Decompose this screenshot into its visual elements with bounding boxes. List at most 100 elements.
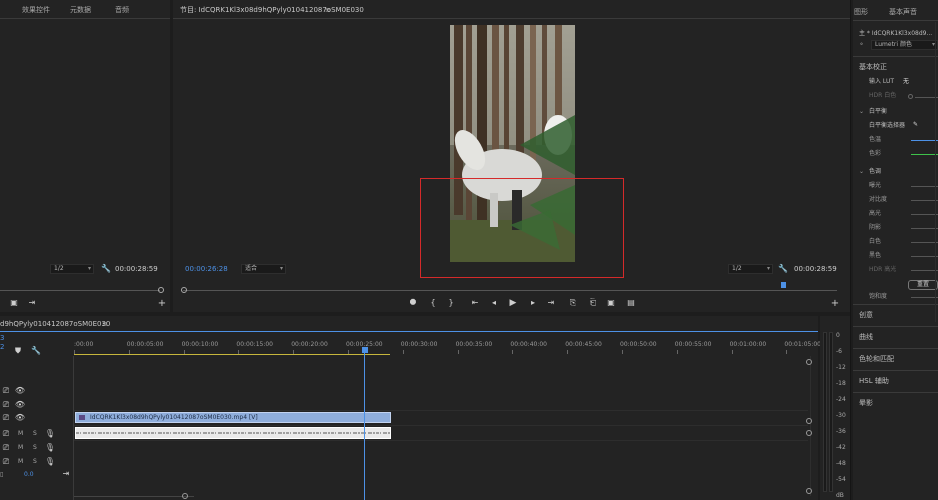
a1-mute-button[interactable]: M	[18, 430, 23, 438]
source-zoom-select[interactable]: 1/2	[50, 264, 94, 274]
scrub-end-handle[interactable]	[158, 287, 164, 293]
wrench-icon[interactable]: 🔧	[100, 264, 112, 274]
go-to-out-icon[interactable]: ⇥	[545, 298, 557, 308]
snap-icon[interactable]: ⛊	[12, 346, 24, 356]
step-forward-icon[interactable]: ▸	[527, 298, 539, 308]
lumetri-scrollbar[interactable]	[935, 22, 936, 322]
video-clip[interactable]: IdCQRK1Kl3x08d9hQPyly010412087oSM0E030.m…	[75, 412, 391, 423]
tone-item-slider[interactable]	[911, 186, 938, 187]
a3-mute-button[interactable]: M	[18, 458, 23, 466]
tab-audio[interactable]: 音频	[115, 6, 129, 15]
work-area-bar[interactable]	[74, 354, 390, 355]
v1-toggle-icon[interactable]: ⎚	[0, 413, 12, 423]
lumetri-section-header[interactable]: HSL 辅助	[859, 376, 889, 386]
program-add-button-icon[interactable]: +	[829, 299, 841, 309]
v2-toggle-icon[interactable]: ⎚	[0, 400, 12, 410]
v3-toggle-icon[interactable]: ⎚	[0, 386, 12, 396]
lumetri-section-header[interactable]: 创意	[859, 310, 873, 320]
insert-icon[interactable]: ⇥	[26, 298, 38, 308]
v-scroll-handle-bottom[interactable]	[806, 488, 812, 494]
saturation-slider[interactable]	[911, 297, 938, 298]
lumetri-section-header[interactable]: 色轮和匹配	[859, 354, 894, 364]
program-playhead-marker[interactable]	[781, 282, 786, 288]
tone-item-slider[interactable]	[911, 214, 938, 215]
tone-item-slider[interactable]	[911, 256, 938, 257]
white-balance-chevron-icon[interactable]: ⌄	[859, 108, 864, 116]
v-scroll-handle-mid2[interactable]	[806, 430, 812, 436]
timeline-playhead-head[interactable]	[362, 347, 368, 353]
v-scroll-handle-mid1[interactable]	[806, 418, 812, 424]
program-scrub-bar[interactable]	[183, 290, 837, 291]
go-to-in-icon[interactable]: ⇤	[469, 298, 481, 308]
lumetri-section-header[interactable]: 曲线	[859, 332, 873, 342]
a1-toggle-icon[interactable]: ⎚	[0, 429, 12, 439]
hdr-white-knob[interactable]	[908, 94, 913, 99]
white-balance-label[interactable]: 白平衡	[869, 108, 887, 116]
timeline-timecode[interactable]: 3	[0, 334, 4, 343]
a2-toggle-icon[interactable]: ⎚	[0, 443, 12, 453]
marker-icon[interactable]: ⯃	[407, 298, 419, 308]
program-current-timecode[interactable]: 00:00:26:28	[185, 265, 228, 274]
audio-clip[interactable]	[75, 427, 391, 439]
tone-item-slider[interactable]	[911, 200, 938, 201]
lumetri-section-header[interactable]: 晕影	[859, 398, 873, 408]
source-scrub-bar[interactable]	[0, 290, 160, 291]
v-scroll-handle-top[interactable]	[806, 359, 812, 365]
reset-button[interactable]: 重置	[908, 280, 938, 290]
a2-mute-button[interactable]: M	[18, 444, 23, 452]
program-wrench-icon[interactable]: 🔧	[777, 264, 789, 274]
fit-select[interactable]: 适合	[241, 264, 286, 274]
program-zoom-select[interactable]: 1/2	[728, 264, 773, 274]
a2-mic-icon[interactable]: 🎙	[44, 443, 56, 453]
lumetri-effect-select[interactable]: Lumetri 颜色	[871, 40, 938, 50]
sequence-menu-icon[interactable]: ≡	[102, 320, 108, 329]
tint-slider[interactable]	[911, 154, 938, 155]
h-scroll-handle[interactable]	[182, 493, 188, 499]
scrub-start-handle[interactable]	[181, 287, 187, 293]
v3-eye-icon[interactable]: 👁	[14, 386, 26, 396]
a1-solo-button[interactable]: S	[33, 430, 37, 438]
play-icon[interactable]: ▶	[507, 298, 519, 308]
a3-toggle-icon[interactable]: ⎚	[0, 457, 12, 467]
tone-chevron-icon[interactable]: ⌄	[859, 168, 864, 176]
timeline-vertical-scrollbar[interactable]	[810, 356, 811, 496]
tone-label[interactable]: 色调	[869, 168, 881, 176]
a3-mic-icon[interactable]: 🎙	[44, 457, 56, 467]
timeline-wrench-icon[interactable]: 🔧	[30, 346, 42, 356]
section-divider-1	[853, 56, 938, 57]
a1-mic-icon[interactable]: 🎙	[44, 429, 56, 439]
compare-icon[interactable]: ▤	[625, 298, 637, 308]
timeline-horizontal-scrollbar[interactable]	[74, 496, 194, 497]
mark-in-icon[interactable]: {	[427, 298, 439, 308]
extract-icon[interactable]: ⎗	[587, 298, 599, 308]
mark-out-icon[interactable]: }	[445, 298, 457, 308]
section-basic-correction[interactable]: 基本校正	[859, 62, 887, 72]
a3-solo-button[interactable]: S	[33, 458, 37, 466]
time-ruler[interactable]: :00:00 00:00:05:00 00:00:10:00 00:00:15:00 0…	[74, 338, 821, 354]
tab-graphics[interactable]: 图形	[854, 8, 868, 17]
tab-essential-sound[interactable]: 基本声音	[889, 8, 917, 17]
tab-metadata[interactable]: 元数据	[70, 6, 91, 15]
camera-icon[interactable]: ▣	[8, 298, 20, 308]
lift-icon[interactable]: ⎘	[567, 298, 579, 308]
export-frame-camera-icon[interactable]: ▣	[605, 298, 617, 308]
v2-eye-icon[interactable]: 👁	[14, 400, 26, 410]
input-lut-value[interactable]: 无	[903, 78, 909, 86]
sequence-tab[interactable]: d9hQPyly010412087oSM0E030	[0, 320, 110, 329]
temperature-slider[interactable]	[911, 140, 938, 141]
step-back-icon[interactable]: ◂	[488, 298, 500, 308]
v1-eye-icon[interactable]: 👁	[14, 413, 26, 423]
tab-effect-controls[interactable]: 效果控件	[22, 6, 50, 15]
meter-bar-left	[823, 332, 827, 492]
eyedropper-icon[interactable]: ✎	[913, 121, 918, 129]
fx-toggle-icon[interactable]: ⚬	[859, 41, 864, 49]
meter-label: 0	[836, 332, 840, 339]
master-volume[interactable]: 0.0	[24, 471, 34, 479]
tone-item-slider[interactable]	[911, 228, 938, 229]
master-end-icon[interactable]: ⇥	[60, 469, 72, 479]
panel-menu-icon[interactable]: ≡	[325, 6, 331, 15]
a2-solo-button[interactable]: S	[33, 444, 37, 452]
tone-item-slider[interactable]	[911, 270, 938, 271]
add-button-icon[interactable]: +	[156, 299, 168, 309]
tone-item-slider[interactable]	[911, 242, 938, 243]
